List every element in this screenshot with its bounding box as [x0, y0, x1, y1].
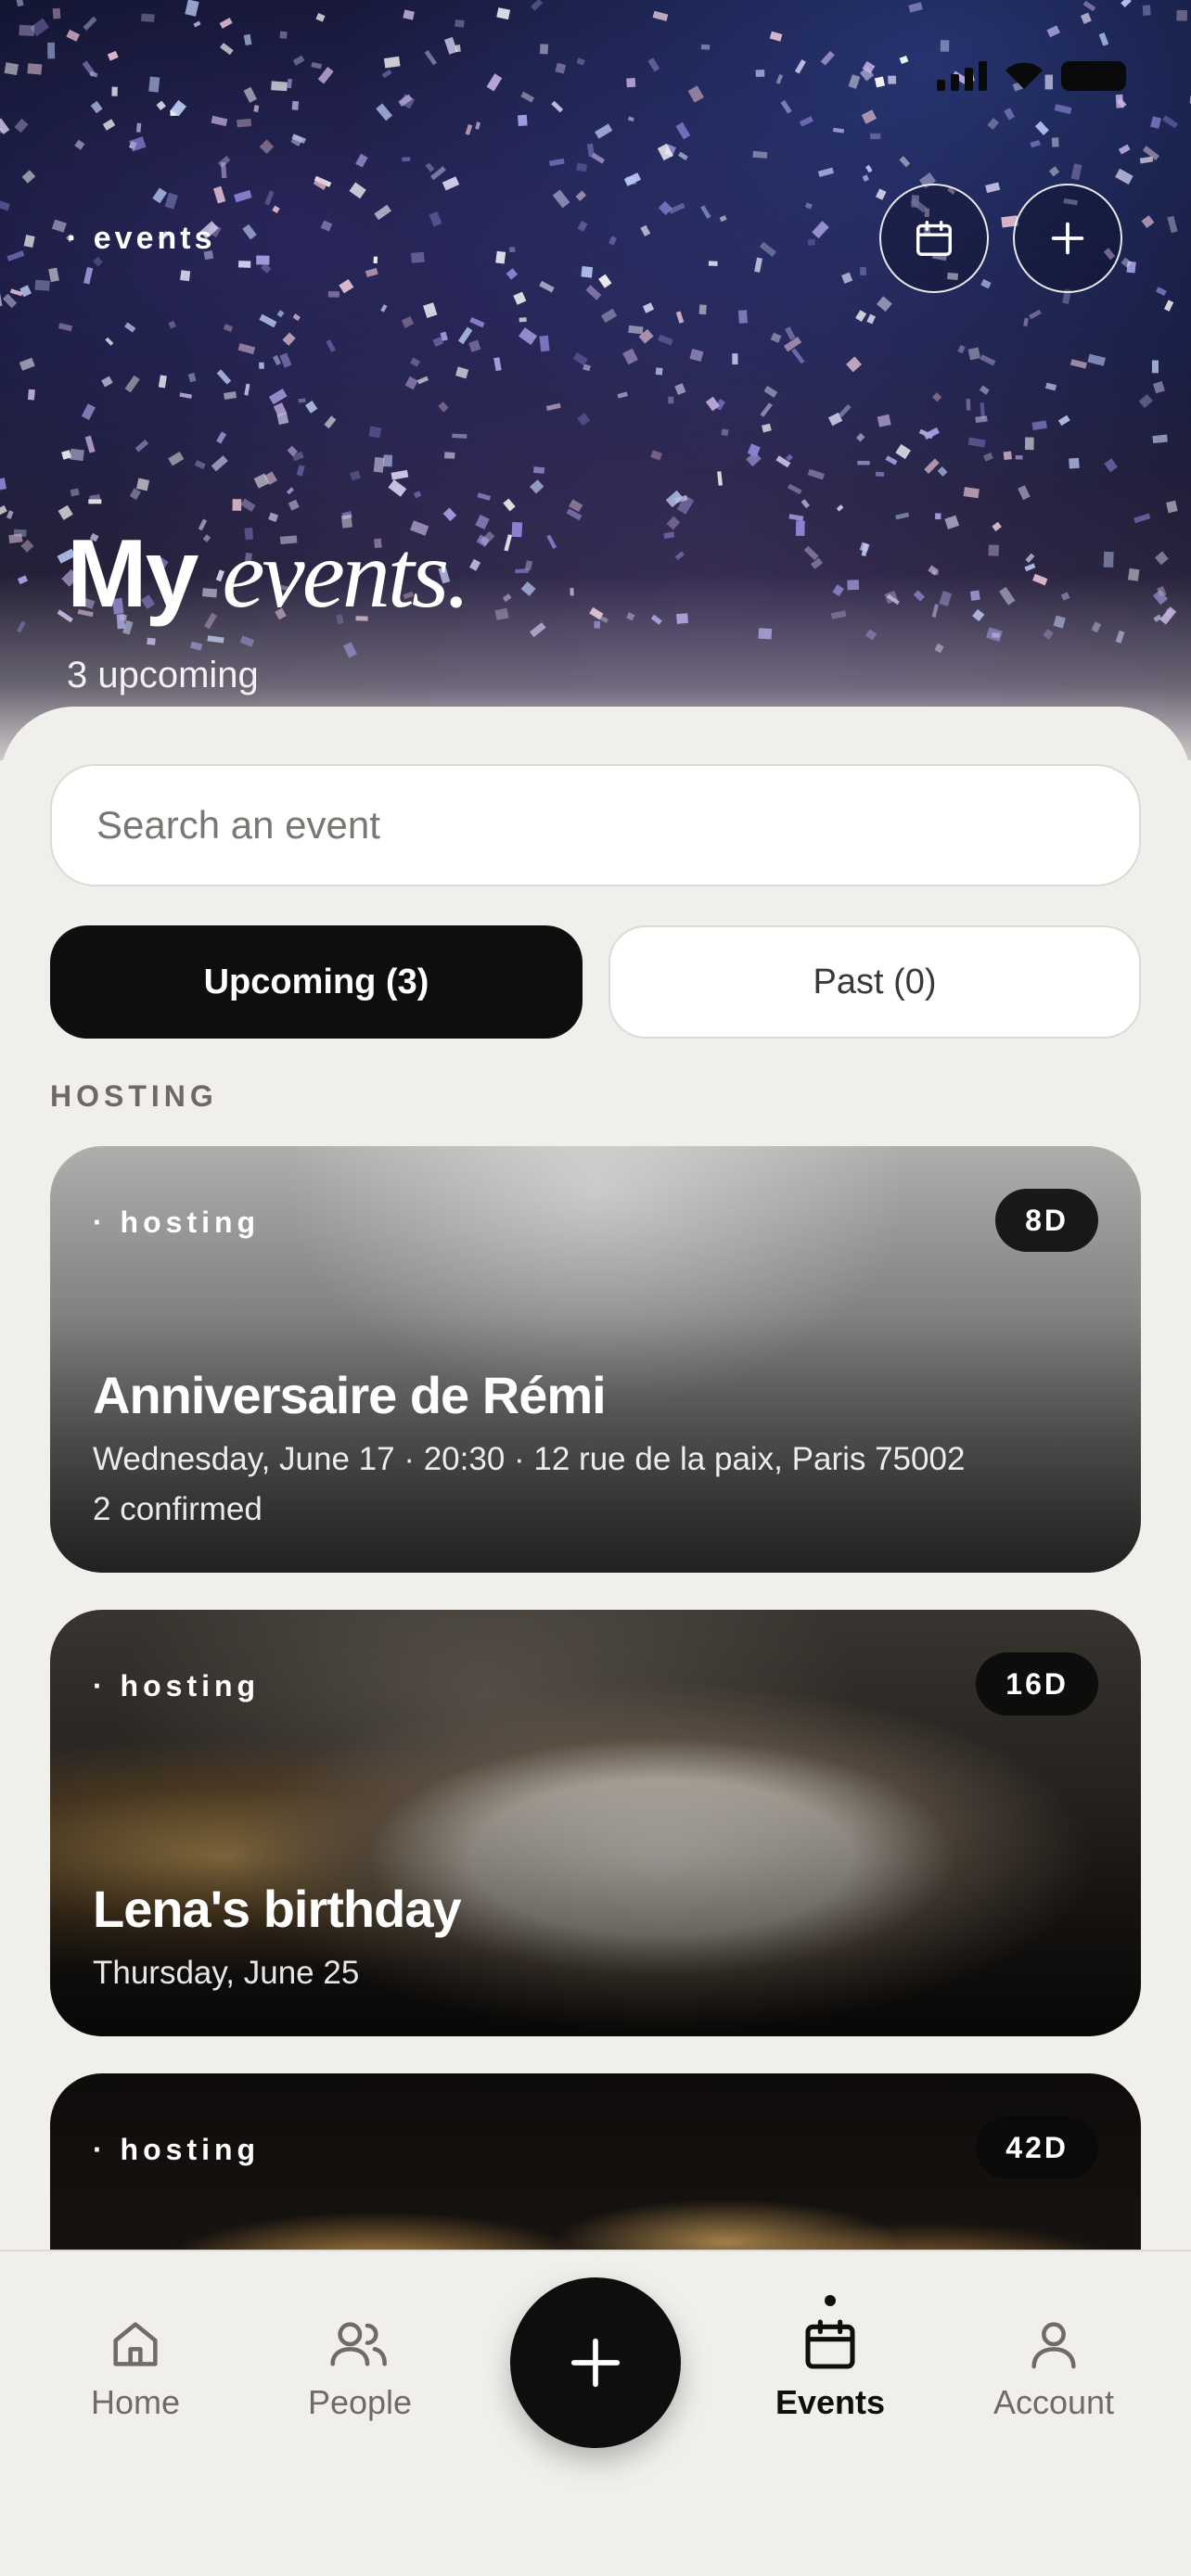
nav-item-label: Home: [90, 2383, 181, 2421]
hero-banner: [0, 0, 1191, 760]
wifi-icon: [1005, 62, 1043, 89]
event-tag: · hosting: [93, 1205, 261, 1239]
signal-icon: [937, 61, 987, 91]
countdown-badge: 42D: [976, 2116, 1098, 2179]
hero-label: · events: [67, 221, 216, 256]
nav-item-home[interactable]: Home: [43, 2315, 228, 2422]
tab-upcoming[interactable]: Upcoming (3): [50, 925, 583, 1039]
calendar-icon: [916, 221, 952, 256]
add-event-button[interactable]: [1013, 184, 1122, 293]
tab-past[interactable]: Past (0): [608, 925, 1141, 1039]
section-label-hosting: HOSTING: [50, 1079, 218, 1113]
event-confirmed: 2 confirmed: [93, 1491, 263, 1527]
event-tag: · hosting: [93, 1669, 261, 1702]
calendar-button[interactable]: [879, 184, 989, 293]
nav-item-label: People: [307, 2383, 413, 2421]
nav-item-label: Account: [992, 2383, 1115, 2421]
account-icon: [1031, 2322, 1076, 2369]
calendar-icon: [805, 2319, 855, 2369]
event-details: Wednesday, June 17 · 20:30 · 12 rue de l…: [93, 1441, 966, 1477]
nav-item-account[interactable]: Account: [961, 2315, 1146, 2422]
event-card[interactable]: · hosting 8D Anniversaire de Rémi Wednes…: [50, 1146, 1141, 1573]
battery-icon: [1061, 61, 1126, 91]
people-icon: [330, 2322, 387, 2366]
create-event-fab[interactable]: [510, 2277, 681, 2448]
countdown-badge: 16D: [976, 1652, 1098, 1715]
nav-item-events[interactable]: Events: [737, 2315, 923, 2422]
page-title: My events.: [67, 519, 470, 630]
plus-icon: [1051, 222, 1084, 255]
nav-item-label: Events: [775, 2383, 886, 2421]
search-field[interactable]: [50, 764, 1141, 886]
active-indicator-dot: [825, 2295, 836, 2306]
plus-icon: [570, 2338, 621, 2388]
search-input[interactable]: [96, 803, 1139, 848]
upcoming-count: 3 upcoming: [67, 655, 259, 695]
page-title-main: My: [67, 520, 198, 628]
event-details: Thursday, June 25: [93, 1955, 360, 1991]
event-title: Lena's birthday: [93, 1880, 462, 1938]
event-title: Anniversaire de Rémi: [93, 1366, 607, 1424]
nav-item-people[interactable]: People: [267, 2315, 453, 2422]
countdown-badge: 8D: [995, 1189, 1098, 1252]
page-title-italic: events.: [222, 521, 470, 628]
home-icon: [113, 2322, 158, 2366]
status-bar: [937, 59, 1126, 91]
event-card[interactable]: · hosting 16D Lena's birthday Thursday, …: [50, 1610, 1141, 2036]
event-tag: · hosting: [93, 2133, 261, 2166]
